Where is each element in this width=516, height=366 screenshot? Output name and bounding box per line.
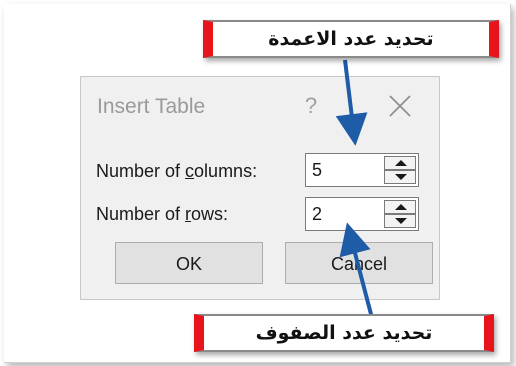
columns-arrow (335, 59, 368, 146)
rows-callout-text: تحديد عدد الصفوف (255, 322, 433, 344)
rows-arrow (339, 222, 374, 319)
columns-callout: تحديد عدد الاعمدة (203, 20, 499, 58)
columns-callout-text: تحديد عدد الاعمدة (268, 28, 434, 50)
rows-callout: تحديد عدد الصفوف (194, 314, 494, 352)
